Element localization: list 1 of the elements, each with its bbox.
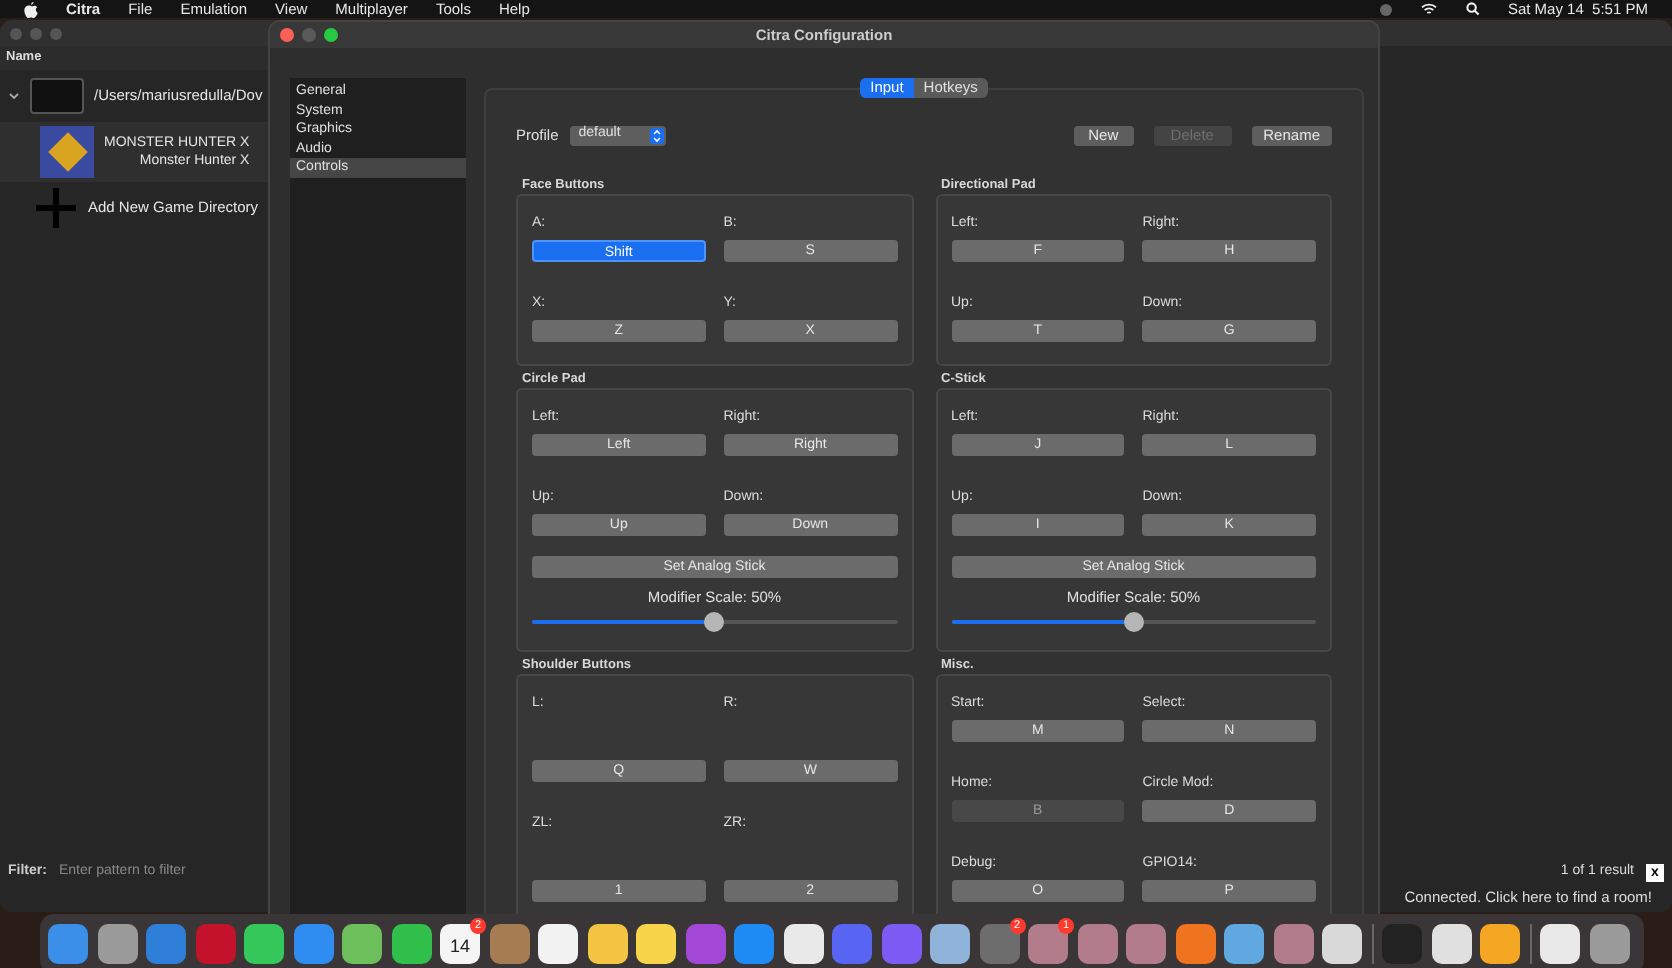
calendar-date: 14 xyxy=(449,933,470,960)
